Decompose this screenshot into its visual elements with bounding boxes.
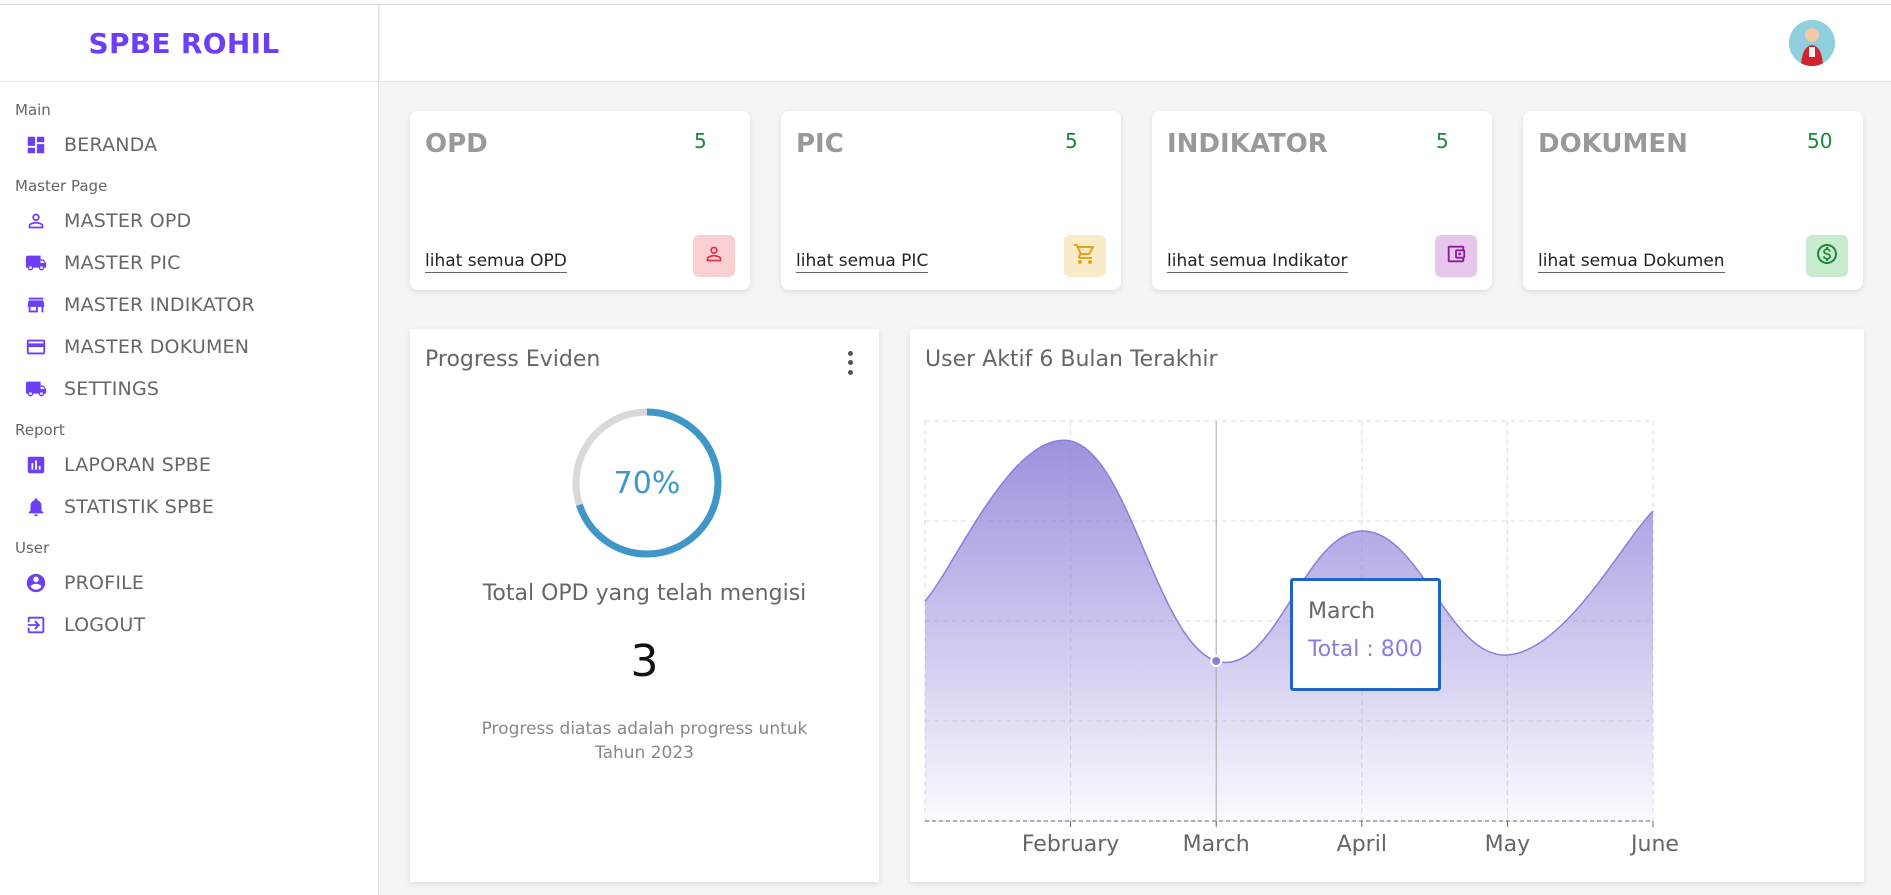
stat-count: 5 xyxy=(694,129,707,153)
stat-card-dokumen: DOKUMEN 50 lihat semua Dokumen xyxy=(1523,111,1863,290)
section-master-page: Master Page xyxy=(15,177,108,195)
sidebar-item-beranda[interactable]: BERANDA xyxy=(0,124,378,166)
sidebar-item-label: LAPORAN SPBE xyxy=(64,454,212,476)
dashboard-icon xyxy=(24,133,48,157)
sidebar-item-label: MASTER OPD xyxy=(64,210,192,232)
stat-title: DOKUMEN xyxy=(1538,129,1688,159)
progress-note: Progress diatas adalah progress untuk Ta… xyxy=(481,719,808,763)
sidebar-item-label: STATISTIK SPBE xyxy=(64,496,215,518)
top-header xyxy=(380,5,1891,82)
user-avatar[interactable] xyxy=(1789,20,1835,66)
brand-title: SPBE ROHIL xyxy=(88,26,280,60)
stat-title: INDIKATOR xyxy=(1167,129,1328,159)
view-all-indikator-link[interactable]: lihat semua Indikator xyxy=(1167,251,1348,273)
dollar-icon xyxy=(1815,242,1839,270)
stat-count: 50 xyxy=(1807,129,1833,153)
x-axis-tick-label: May xyxy=(1485,832,1530,857)
stat-badge xyxy=(1435,235,1477,277)
truck-icon xyxy=(24,251,48,275)
series-area xyxy=(925,440,1653,821)
cart-icon xyxy=(1073,242,1097,270)
person-icon xyxy=(703,243,725,269)
more-options-icon[interactable] xyxy=(840,349,860,377)
data-point-marker xyxy=(1210,655,1223,667)
sidebar-menu: Main BERANDA Master Page MASTER OPD MAST… xyxy=(0,82,378,646)
stat-card-indikator: INDIKATOR 5 lihat semua Indikator xyxy=(1152,111,1492,290)
sidebar-item-profile[interactable]: PROFILE xyxy=(0,562,378,604)
x-axis-tick-label: March xyxy=(1183,832,1250,857)
stat-card-pic: PIC 5 lihat semua PIC xyxy=(781,111,1121,290)
section-main: Main xyxy=(15,101,51,119)
stat-count: 5 xyxy=(1436,129,1449,153)
sidebar-item-master-indikator[interactable]: MASTER INDIKATOR xyxy=(0,284,378,326)
progress-percent: 70% xyxy=(613,465,681,501)
stat-badge xyxy=(693,235,735,277)
total-opd-value: 3 xyxy=(630,636,659,687)
view-all-opd-link[interactable]: lihat semua OPD xyxy=(425,251,567,273)
progress-ring: 70% xyxy=(568,404,726,562)
sidebar-item-master-pic[interactable]: MASTER PIC xyxy=(0,242,378,284)
logout-icon xyxy=(24,613,48,637)
truck-icon xyxy=(24,377,48,401)
stat-title: OPD xyxy=(425,129,488,159)
sidebar-item-label: MASTER INDIKATOR xyxy=(64,294,255,316)
tooltip-total: Total : 800 xyxy=(1308,637,1423,662)
store-icon xyxy=(24,293,48,317)
sidebar-item-label: BERANDA xyxy=(64,134,158,156)
view-all-dokumen-link[interactable]: lihat semua Dokumen xyxy=(1538,251,1725,273)
sidebar-item-laporan-spbe[interactable]: LAPORAN SPBE xyxy=(0,444,378,486)
x-axis-tick-label: April xyxy=(1337,832,1387,857)
sidebar-item-label: PROFILE xyxy=(64,572,145,594)
bar-chart-icon xyxy=(24,453,48,477)
credit-card-icon xyxy=(24,335,48,359)
x-axis-tick-label: June xyxy=(1629,832,1679,857)
sidebar-item-label: SETTINGS xyxy=(64,378,160,400)
sidebar-item-label: LOGOUT xyxy=(64,614,146,636)
account-circle-icon xyxy=(24,571,48,595)
sidebar: SPBE ROHIL Main BERANDA Master Page MAST… xyxy=(0,5,379,895)
stat-count: 5 xyxy=(1065,129,1078,153)
sidebar-item-logout[interactable]: LOGOUT xyxy=(0,604,378,646)
tooltip-month: March xyxy=(1308,599,1376,624)
progress-panel: Progress Eviden 70% Total OPD yang telah… xyxy=(410,329,879,882)
chart-tooltip: March Total : 800 xyxy=(1290,578,1441,691)
total-opd-label: Total OPD yang telah mengisi xyxy=(482,581,807,606)
sidebar-item-statistik-spbe[interactable]: STATISTIK SPBE xyxy=(0,486,378,528)
brand[interactable]: SPBE ROHIL xyxy=(0,5,378,82)
wallet-icon xyxy=(1445,243,1467,269)
x-axis-tick-label: February xyxy=(1022,832,1120,857)
sidebar-item-master-opd[interactable]: MASTER OPD xyxy=(0,200,378,242)
sidebar-item-master-dokumen[interactable]: MASTER DOKUMEN xyxy=(0,326,378,368)
sidebar-item-label: MASTER PIC xyxy=(64,252,181,274)
stat-card-opd: OPD 5 lihat semua OPD xyxy=(410,111,750,290)
stat-title: PIC xyxy=(796,129,844,159)
sidebar-item-settings[interactable]: SETTINGS xyxy=(0,368,378,410)
bell-icon xyxy=(24,495,48,519)
stat-badge xyxy=(1806,235,1848,277)
sidebar-item-label: MASTER DOKUMEN xyxy=(64,336,250,358)
view-all-pic-link[interactable]: lihat semua PIC xyxy=(796,251,929,273)
section-user: User xyxy=(15,539,50,557)
progress-title: Progress Eviden xyxy=(425,347,601,372)
stat-badge xyxy=(1064,235,1106,277)
section-report: Report xyxy=(15,421,65,439)
person-icon xyxy=(24,209,48,233)
